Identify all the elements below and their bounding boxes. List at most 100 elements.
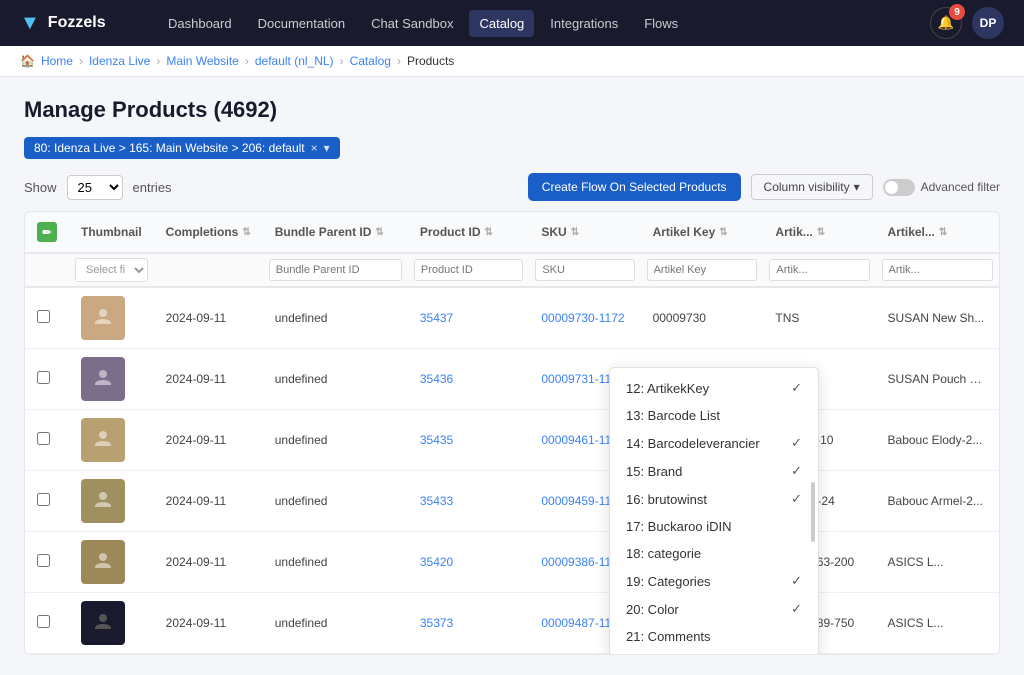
thumbnail-cell bbox=[69, 532, 154, 593]
product-id-link[interactable]: 35433 bbox=[420, 494, 453, 508]
col-item-label: 13: Barcode List bbox=[626, 408, 720, 423]
artik-filter[interactable] bbox=[769, 259, 869, 281]
filter-cell-edit bbox=[25, 253, 69, 287]
column-visibility-button[interactable]: Column visibility ▾ bbox=[751, 174, 873, 200]
col-visibility-item-9[interactable]: 21: Comments bbox=[610, 623, 818, 650]
bundle-parent-id-filter[interactable] bbox=[269, 259, 402, 281]
sort-icon: ⇅ bbox=[242, 227, 250, 238]
col-visibility-label: Column visibility bbox=[764, 180, 850, 194]
select-all-header[interactable]: ✏ bbox=[25, 212, 69, 253]
product-id-cell: 35373 bbox=[408, 593, 530, 654]
filter-cell-product-id bbox=[408, 253, 530, 287]
artikell-filter[interactable] bbox=[882, 259, 993, 281]
advanced-filter-toggle[interactable]: Advanced filter bbox=[883, 179, 1000, 196]
thumbnail-cell bbox=[69, 471, 154, 532]
active-filter-tag[interactable]: 80: Idenza Live > 165: Main Website > 20… bbox=[24, 137, 340, 159]
col-item-label: 19: Categories bbox=[626, 574, 711, 589]
product-id-link[interactable]: 35436 bbox=[420, 372, 453, 386]
artikel-key-column-header[interactable]: Artikel Key⇅ bbox=[641, 212, 764, 253]
entries-select[interactable]: 2550100 bbox=[67, 175, 123, 200]
sku-filter[interactable] bbox=[535, 259, 634, 281]
product-id-link[interactable]: 35420 bbox=[420, 555, 453, 569]
row-checkbox[interactable] bbox=[37, 310, 50, 323]
products-table-wrapper: 12: ArtikekKey✓ 13: Barcode List 14: Barco… bbox=[24, 211, 1000, 655]
col-item-label: 15: Brand bbox=[626, 464, 682, 479]
dropdown-scrollbar bbox=[811, 482, 815, 542]
nav-link-chat-sandbox[interactable]: Chat Sandbox bbox=[361, 10, 463, 37]
breadcrumb-separator-4: › bbox=[397, 54, 401, 68]
check-icon: ✓ bbox=[791, 491, 802, 507]
bundle-parent-id-column-header[interactable]: Bundle Parent ID⇅ bbox=[263, 212, 408, 253]
table-row: 2024-09-11undefined3543500009461-1173000… bbox=[25, 410, 999, 471]
product-id-cell: 35437 bbox=[408, 287, 530, 349]
sku-link[interactable]: 00009730-1172 bbox=[541, 311, 624, 325]
check-icon: ✓ bbox=[791, 380, 802, 396]
product-id-link[interactable]: 35435 bbox=[420, 433, 453, 447]
nav-link-documentation[interactable]: Documentation bbox=[248, 10, 355, 37]
artikel-key-filter[interactable] bbox=[647, 259, 758, 281]
breadcrumb-item-4[interactable]: Catalog bbox=[350, 54, 391, 68]
col-visibility-item-1[interactable]: 13: Barcode List bbox=[610, 402, 818, 429]
nav-link-flows[interactable]: Flows bbox=[634, 10, 688, 37]
thumbnail-column-header[interactable]: Thumbnail bbox=[69, 212, 154, 253]
filter-tag-arrow[interactable]: ▾ bbox=[324, 141, 330, 155]
col-visibility-item-6[interactable]: 18: categorie bbox=[610, 540, 818, 567]
row-checkbox[interactable] bbox=[37, 432, 50, 445]
col-visibility-item-7[interactable]: 19: Categories✓ bbox=[610, 567, 818, 595]
filter-cell-artikel-key bbox=[641, 253, 764, 287]
col-visibility-item-4[interactable]: 16: brutowinst ✓ bbox=[610, 485, 818, 513]
col-visibility-item-3[interactable]: 15: Brand✓ bbox=[610, 457, 818, 485]
breadcrumb-separator-0: › bbox=[79, 54, 83, 68]
product-id-link[interactable]: 35437 bbox=[420, 311, 453, 325]
toggle-knob bbox=[885, 181, 898, 194]
breadcrumb-item-1[interactable]: Idenza Live bbox=[89, 54, 150, 68]
col-visibility-item-0[interactable]: 12: ArtikekKey✓ bbox=[610, 374, 818, 402]
thumbnail-cell bbox=[69, 349, 154, 410]
filter-tag-label: 80: Idenza Live > 165: Main Website > 20… bbox=[34, 141, 305, 155]
table-row: 2024-09-11undefined3543600009731-1127000… bbox=[25, 349, 999, 410]
product-id-column-header[interactable]: Product ID⇅ bbox=[408, 212, 530, 253]
user-avatar-button[interactable]: DP bbox=[972, 7, 1004, 39]
thumbnail-cell bbox=[69, 287, 154, 349]
notifications-button[interactable]: 🔔 9 bbox=[930, 7, 962, 39]
logo-text: Fozzels bbox=[48, 14, 106, 32]
nav-right: 🔔 9 DP bbox=[930, 7, 1004, 39]
filter-tag-remove[interactable]: × bbox=[311, 141, 318, 155]
check-icon: ✓ bbox=[791, 601, 802, 617]
nav-link-integrations[interactable]: Integrations bbox=[540, 10, 628, 37]
col-visibility-item-8[interactable]: 20: Color✓ bbox=[610, 595, 818, 623]
row-checkbox[interactable] bbox=[37, 371, 50, 384]
edit-icon[interactable]: ✏ bbox=[37, 222, 57, 242]
artik2-cell: Babouc Elody-2... bbox=[876, 410, 999, 471]
breadcrumb-item-0[interactable]: Home bbox=[41, 54, 73, 68]
col-visibility-item-2[interactable]: 14: Barcodeleverancier✓ bbox=[610, 429, 818, 457]
create-flow-button[interactable]: Create Flow On Selected Products bbox=[528, 173, 741, 201]
artik2-cell: SUSAN Pouch M... bbox=[876, 349, 999, 410]
logo-icon: ▼ bbox=[20, 12, 40, 35]
show-label: Show bbox=[24, 180, 57, 195]
completions-column-header[interactable]: Completions⇅ bbox=[154, 212, 263, 253]
product-id-link[interactable]: 35373 bbox=[420, 616, 453, 630]
col-item-label: 16: brutowinst bbox=[626, 492, 707, 507]
row-checkbox-cell bbox=[25, 349, 69, 410]
nav-link-dashboard[interactable]: Dashboard bbox=[158, 10, 242, 37]
breadcrumb-item-2[interactable]: Main Website bbox=[166, 54, 238, 68]
artik1-cell: TNS bbox=[763, 287, 875, 349]
page-content: Manage Products (4692) 80: Idenza Live >… bbox=[0, 77, 1024, 675]
sku-column-header[interactable]: SKU⇅ bbox=[529, 212, 640, 253]
filter-cell-thumbnail: Select filter bbox=[69, 253, 154, 287]
row-checkbox[interactable] bbox=[37, 493, 50, 506]
nav-link-catalog[interactable]: Catalog bbox=[469, 10, 534, 37]
breadcrumb-item-3[interactable]: default (nl_NL) bbox=[255, 54, 334, 68]
thumbnail-cell bbox=[69, 593, 154, 654]
product-id-filter[interactable] bbox=[414, 259, 524, 281]
artikell-column-header[interactable]: Artikel...⇅ bbox=[876, 212, 999, 253]
row-checkbox[interactable] bbox=[37, 615, 50, 628]
thumbnail-filter-select[interactable]: Select filter bbox=[75, 258, 148, 282]
row-checkbox[interactable] bbox=[37, 554, 50, 567]
col-visibility-item-5[interactable]: 17: Buckaroo iDIN bbox=[610, 513, 818, 540]
breadcrumb-separator-1: › bbox=[156, 54, 160, 68]
artik-column-header[interactable]: Artik...⇅ bbox=[763, 212, 875, 253]
sort-icon: ⇅ bbox=[817, 227, 825, 238]
toggle-track[interactable] bbox=[883, 179, 915, 196]
